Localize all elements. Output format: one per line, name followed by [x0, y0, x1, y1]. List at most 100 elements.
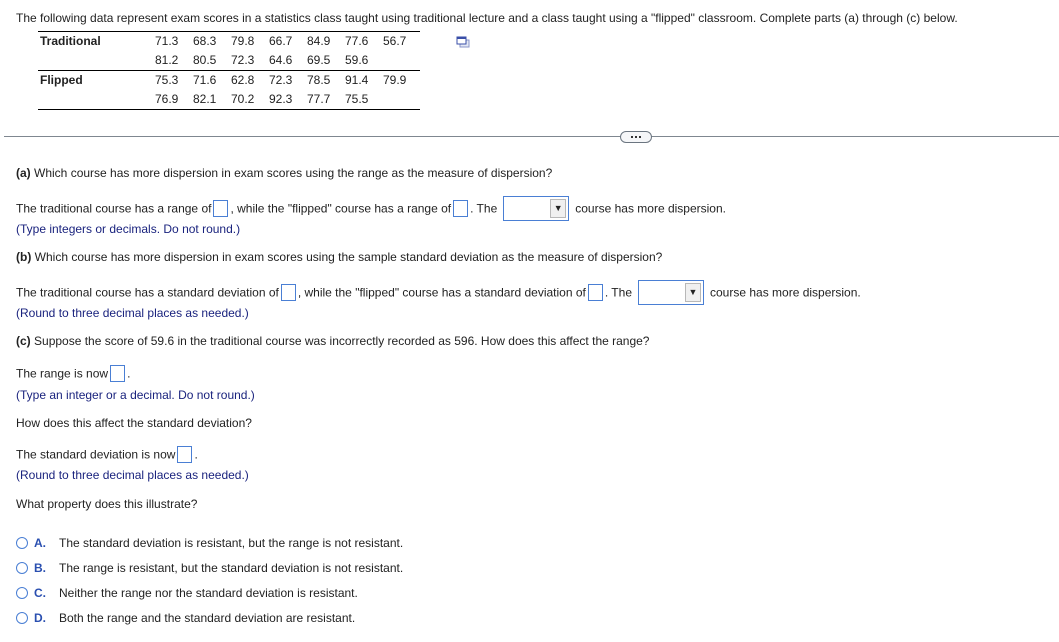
table-cell: 70.2 — [230, 90, 268, 110]
period: . — [194, 447, 198, 462]
table-cell: 64.6 — [269, 53, 293, 67]
table-cell: 84.9 — [306, 31, 344, 51]
option-text: Both the range and the standard deviatio… — [59, 611, 356, 625]
table-cell: 80.5 — [193, 53, 217, 67]
range-hint: (Type an integer or a decimal. Do not ro… — [16, 388, 255, 402]
ellipsis-icon[interactable] — [620, 131, 652, 143]
radio-button[interactable] — [16, 587, 28, 599]
table-cell: 68.3 — [192, 31, 230, 51]
table-cell: 71.6 — [192, 70, 230, 90]
radio-button[interactable] — [16, 537, 28, 549]
table-cell: 82.1 — [192, 90, 230, 110]
part-a-question: (a) Which course has more dispersion in … — [16, 166, 552, 180]
table-cell: 77.6 — [344, 31, 382, 51]
table-cell: 78.5 — [306, 70, 344, 90]
sd-hint: (Round to three decimal places as needed… — [16, 468, 249, 482]
new-sd-input[interactable] — [177, 446, 193, 463]
part-b-label: (b) — [16, 250, 32, 264]
table-cell: 62.8 — [230, 70, 268, 90]
dropdown-value — [639, 281, 685, 304]
dropdown-arrow-icon[interactable]: ▼ — [685, 283, 701, 302]
row-label: Flipped — [38, 70, 154, 90]
option-letter: B. — [34, 561, 46, 575]
table-cell: 91.4 — [344, 70, 382, 90]
answer-text: . The — [470, 201, 498, 216]
table-cell — [382, 51, 420, 71]
part-a-label: (a) — [16, 166, 31, 180]
flipped-sd-input[interactable] — [587, 284, 603, 301]
table-cell: 92.3 — [268, 90, 306, 110]
table-cell: 71.3 — [154, 31, 192, 51]
range-now-line: The range is now. — [16, 365, 131, 383]
option-text: Neither the range nor the standard devia… — [59, 586, 358, 600]
part-b-answer-line: The traditional course has a standard de… — [16, 280, 861, 306]
part-c-label: (c) — [16, 334, 31, 348]
section-divider — [4, 136, 1059, 137]
dropdown-value — [504, 197, 550, 220]
option-d[interactable]: D. Both the range and the standard devia… — [16, 611, 355, 625]
option-letter: D. — [34, 611, 46, 625]
radio-button[interactable] — [16, 562, 28, 574]
answer-text: course has more dispersion. — [575, 201, 726, 216]
table-row: 81.2 80.5 72.3 64.6 69.5 59.6 — [38, 51, 420, 71]
new-range-input[interactable] — [110, 365, 126, 382]
option-letter: C. — [34, 586, 46, 600]
option-text: The range is resistant, but the standard… — [59, 561, 404, 575]
table-row: Traditional 71.3 68.3 79.8 66.7 84.9 77.… — [38, 31, 420, 51]
part-c-question: (c) Suppose the score of 59.6 in the tra… — [16, 334, 649, 348]
copy-data-icon[interactable] — [456, 36, 470, 48]
answer-text: , while the "flipped" course has a stand… — [297, 285, 586, 300]
part-a-question-text: Which course has more dispersion in exam… — [34, 166, 553, 180]
traditional-sd-input[interactable] — [280, 284, 296, 301]
option-b[interactable]: B. The range is resistant, but the stand… — [16, 561, 403, 575]
row-label: Traditional — [38, 31, 154, 51]
part-b-question: (b) Which course has more dispersion in … — [16, 250, 662, 264]
flipped-range-input[interactable] — [453, 200, 469, 217]
option-text: The standard deviation is resistant, but… — [59, 536, 404, 550]
period: . — [127, 366, 131, 381]
table-row: 76.9 82.1 70.2 92.3 77.7 75.5 — [38, 90, 420, 110]
answer-text: . The — [604, 285, 632, 300]
part-c-question-text: Suppose the score of 59.6 in the traditi… — [34, 334, 650, 348]
table-cell: 72.3 — [231, 53, 255, 67]
data-table: Traditional 71.3 68.3 79.8 66.7 84.9 77.… — [38, 31, 420, 110]
table-cell: 69.5 — [307, 53, 331, 67]
option-a[interactable]: A. The standard deviation is resistant, … — [16, 536, 403, 550]
property-question: What property does this illustrate? — [16, 497, 198, 511]
answer-text: course has more dispersion. — [710, 285, 861, 300]
radio-button[interactable] — [16, 612, 28, 624]
part-a-answer-line: The traditional course has a range of , w… — [16, 196, 726, 222]
table-cell: 56.7 — [382, 31, 420, 51]
table-cell: 79.8 — [230, 31, 268, 51]
part-b-hint: (Round to three decimal places as needed… — [16, 306, 249, 320]
problem-intro: The following data represent exam scores… — [16, 11, 958, 25]
table-row: Flipped 75.3 71.6 62.8 72.3 78.5 91.4 79… — [38, 70, 420, 90]
dropdown-arrow-icon[interactable]: ▼ — [550, 199, 567, 218]
row-label — [38, 51, 154, 71]
option-c[interactable]: C. Neither the range nor the standard de… — [16, 586, 358, 600]
sd-question: How does this affect the standard deviat… — [16, 416, 252, 430]
traditional-range-input[interactable] — [213, 200, 229, 217]
table-cell: 77.7 — [306, 90, 344, 110]
sd-now-line: The standard deviation is now. — [16, 446, 198, 464]
table-cell: 81.2 — [155, 53, 179, 67]
answer-text: The traditional course has a range of — [16, 201, 212, 216]
range-course-dropdown[interactable]: ▼ — [503, 196, 570, 221]
table-cell: 75.3 — [154, 70, 192, 90]
option-letter: A. — [34, 536, 46, 550]
table-cell — [382, 90, 420, 110]
part-a-hint: (Type integers or decimals. Do not round… — [16, 222, 241, 236]
table-cell: 72.3 — [268, 70, 306, 90]
table-cell: 75.5 — [344, 90, 382, 110]
answer-text: The traditional course has a standard de… — [16, 285, 279, 300]
row-label — [38, 90, 154, 110]
table-cell: 76.9 — [154, 90, 192, 110]
part-b-question-text: Which course has more dispersion in exam… — [34, 250, 663, 264]
answer-text: The standard deviation is now — [16, 447, 176, 462]
answer-text: The range is now — [16, 366, 109, 381]
table-cell: 66.7 — [268, 31, 306, 51]
table-cell: 79.9 — [382, 70, 420, 90]
sd-course-dropdown[interactable]: ▼ — [638, 280, 704, 305]
answer-text: , while the "flipped" course has a range… — [230, 201, 452, 216]
table-cell: 59.6 — [345, 53, 369, 67]
